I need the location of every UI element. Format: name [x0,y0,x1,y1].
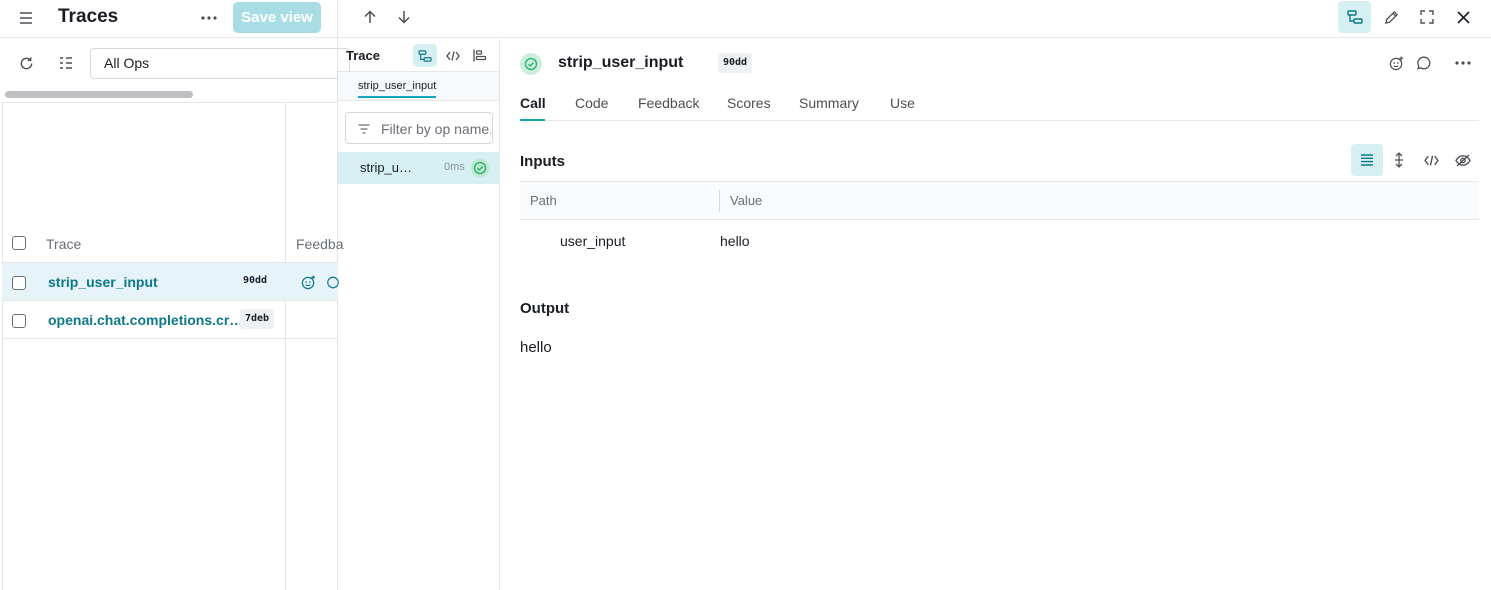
trace-tree-tabs: strip_user_input [338,71,499,101]
input-value-cell: hello [720,233,750,249]
fullscreen-icon[interactable] [1415,5,1439,29]
refresh-icon[interactable] [14,51,38,75]
columns-icon[interactable] [54,51,78,75]
op-filter-select[interactable]: All Ops [90,48,350,79]
trace-tree-title: Trace [346,48,380,63]
tree-node-duration: 0ms [444,161,465,173]
menu-icon[interactable] [14,6,38,30]
add-reaction-icon[interactable] [298,272,318,292]
column-header-trace[interactable]: Trace [46,236,81,252]
column-header-value[interactable]: Value [730,193,762,208]
call-id-badge[interactable]: 90dd [718,53,753,73]
expand-icon[interactable] [1387,148,1411,172]
hide-icon[interactable] [1451,148,1475,172]
comment-icon[interactable] [1412,51,1436,75]
column-divider[interactable] [285,102,286,590]
trace-name-link[interactable]: strip_user_input [48,274,158,290]
filter-icon [357,122,371,136]
traces-header: Traces Save view [0,0,338,38]
scrollbar-thumb[interactable] [5,91,193,98]
arrow-down-icon[interactable] [392,5,416,29]
detail-toolbar [338,0,1491,38]
tab-strip-user-input[interactable]: strip_user_input [358,80,437,98]
traces-table [2,102,338,590]
more-horizontal-icon[interactable] [1451,51,1475,75]
add-reaction-icon[interactable] [1384,51,1408,75]
traces-panel: Traces Save view All Ops Trace Feedba st… [0,0,350,590]
call-tabs: Call Code Feedback Scores Summary Use [520,95,1479,121]
tab-call[interactable]: Call [520,95,546,111]
list-view-icon[interactable] [1351,144,1383,176]
call-detail-panel: strip_user_input 90dd Call Code Feedback… [500,39,1491,590]
call-name: strip_user_input [558,54,684,71]
output-value: hello [520,339,552,356]
check-circle-icon [520,53,542,75]
select-all-checkbox[interactable] [12,236,26,250]
inputs-grid-header: Path Value [520,181,1479,220]
tree-view-icon[interactable] [413,44,437,67]
tree-node[interactable]: strip_u… 0ms [338,152,499,184]
table-row[interactable]: openai.chat.completions.cr… 7deb [2,301,338,339]
close-icon[interactable] [1451,5,1475,29]
tree-view-icon[interactable] [1338,1,1371,33]
row-checkbox[interactable] [12,276,26,290]
arrow-up-icon[interactable] [358,5,382,29]
trace-tree-panel: Trace strip_user_input Filter by op name… [338,39,500,590]
tab-code[interactable]: Code [575,95,608,111]
check-circle-icon [471,159,489,177]
flamegraph-icon[interactable] [469,44,491,67]
output-section-title: Output [520,300,570,317]
tab-summary[interactable]: Summary [799,95,859,111]
input-path-cell: user_input [560,233,626,249]
table-row[interactable]: strip_user_input 90dd [2,263,339,301]
horizontal-scrollbar[interactable] [2,89,338,101]
active-tab-indicator [520,119,545,121]
trace-id-badge: 90dd [243,275,268,286]
op-name-filter-input[interactable]: Filter by op name... [345,112,493,144]
trace-name-link[interactable]: openai.chat.completions.cr… [48,312,243,328]
tree-node-name: strip_u… [360,160,413,175]
trace-id-badge: 7deb [240,309,275,329]
page-title: Traces [58,6,119,27]
edit-icon[interactable] [1379,5,1403,29]
filter-placeholder: Filter by op name... [381,121,491,137]
column-header-feedback[interactable]: Feedba [296,236,343,252]
column-divider[interactable] [719,190,720,212]
save-view-button[interactable]: Save view [233,2,321,33]
more-horizontal-icon[interactable] [197,6,221,30]
column-header-path[interactable]: Path [530,193,557,208]
tab-use[interactable]: Use [890,95,915,111]
tab-scores[interactable]: Scores [727,95,771,111]
code-icon[interactable] [1419,148,1443,172]
tab-feedback[interactable]: Feedback [638,95,699,111]
row-checkbox[interactable] [12,314,26,328]
inputs-section-title: Inputs [520,153,565,170]
code-icon[interactable] [442,44,464,67]
